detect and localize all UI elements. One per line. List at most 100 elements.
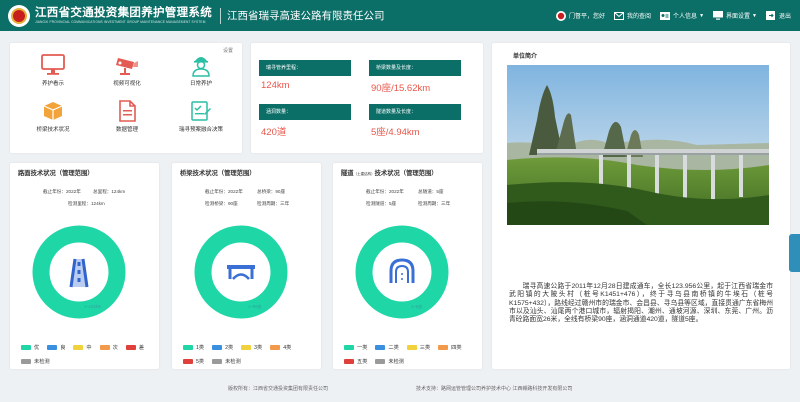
tunnel-legend: 一类 二类 三类 四类 五类 未检测 [344, 344, 478, 369]
card-title: 隧道（土建结构）技术状况（管理范围） [341, 170, 438, 177]
personal-center-menu[interactable]: 个人信息 ▼ [660, 11, 704, 21]
meta-total: 总里程：124km [93, 189, 126, 194]
logout-icon [766, 11, 776, 21]
user-greeting-label: 门督平，您好 [569, 14, 606, 20]
user-greeting[interactable]: 门督平，您好 [556, 10, 606, 21]
user-avatar-icon [556, 10, 567, 21]
brand: 江西省交通投资集团养护管理系统 JIANGXI PROVINCIAL COMMU… [35, 7, 212, 25]
highway-bridge-photo [507, 65, 769, 225]
shortcut-daily-maintenance[interactable]: 日常养护 [164, 53, 238, 87]
shortcut-plan-decision[interactable]: 瑞寻预案融合决策 [164, 99, 238, 133]
legend-item[interactable]: 未检测 [21, 358, 50, 365]
intro-title: 单位简介 [513, 54, 538, 60]
monitor-icon [40, 53, 66, 77]
bridge-status-card: 桥梁技术状况（管理范围） 截止年份：2022年 总桥梁：90座 检测桥梁：90座… [172, 163, 321, 369]
bridge-donut-chart [194, 225, 288, 319]
logout-label: 退出 [778, 14, 791, 20]
legend-item[interactable]: 二类 [375, 344, 399, 351]
system-title: 江西省交通投资集团养护管理系统 [35, 6, 212, 19]
legend-item[interactable]: 3类 [241, 344, 262, 351]
stat-label: 瑞寻管养里程： [259, 60, 351, 76]
meta-checked: 检测里程：124km [68, 201, 105, 206]
id-card-icon [660, 11, 671, 21]
road-status-card: 路面技术状况（管理范围） 截止年份：2022年 总里程：124km 检测里程：1… [10, 163, 159, 369]
meta-total: 总隧道：5座 [418, 189, 444, 194]
meta-total: 总桥梁：90座 [257, 189, 286, 194]
page-settings-label: 界面设置 [726, 14, 751, 20]
legend-item[interactable]: 1类 [183, 344, 204, 351]
donut-center-label: 1~5座 [411, 304, 423, 309]
company-name: 江西省瑞寻高速公路有限责任公司 [227, 10, 385, 22]
stat-culverts: 涵洞数量： 420道 [259, 104, 351, 138]
meta-cycle: 检测周期：三年 [418, 201, 451, 206]
shortcut-maintenance-view[interactable]: 养护看示 [16, 53, 90, 87]
side-drawer-tab[interactable] [789, 234, 800, 272]
legend-item[interactable]: 5类 [183, 358, 204, 365]
meta-checked: 检测桥梁：90座 [205, 201, 238, 206]
donut-center-label: 1~90座 [248, 304, 262, 309]
mail-icon [614, 11, 625, 21]
shortcut-label: 视频可视化 [113, 81, 141, 87]
intro-text: 瑞寻高速公路于2011年12月28日建成通车，全长123.956公里，起于江西省… [509, 283, 773, 324]
meta-year: 截止年份：2022年 [366, 189, 404, 194]
meta-year: 截止年份：2022年 [205, 189, 243, 194]
road-legend: 优 良 中 次 差 未检测 [21, 344, 155, 369]
legend-item[interactable]: 五类 [344, 358, 367, 365]
chevron-down-icon: ▼ [752, 12, 757, 19]
legend-item[interactable]: 次 [99, 344, 118, 351]
legend-item[interactable]: 2类 [212, 344, 233, 351]
legend-item[interactable]: 优 [21, 344, 39, 351]
legend-item[interactable]: 4类 [270, 344, 291, 351]
system-subtitle: JIANGXI PROVINCIAL COMMUNICATIONS INVEST… [35, 19, 206, 24]
shortcut-label: 瑞寻预案融合决策 [178, 127, 223, 133]
stat-value: 5座/4.94km [371, 127, 420, 138]
my-messages-button[interactable]: 我的查阅 [614, 11, 651, 21]
bridge-legend: 1类 2类 3类 4类 5类 未检测 [183, 344, 317, 369]
header-actions: 门督平，您好 我的查阅 个人信息 ▼ 界面设置 ▼ 退出 [556, 0, 800, 31]
top-header: 江西省交通投资集团养护管理系统 JIANGXI PROVINCIAL COMMU… [0, 0, 800, 31]
stat-value: 124km [261, 80, 290, 91]
file-icon [114, 99, 140, 123]
legend-item[interactable]: 一类 [344, 344, 367, 351]
legend-item[interactable]: 未检测 [212, 358, 241, 365]
legend-item[interactable]: 差 [125, 344, 144, 351]
bridge-box-icon [40, 99, 66, 123]
tunnel-status-card: 隧道（土建结构）技术状况（管理范围） 截止年份：2022年 总隧道：5座 检测隧… [333, 163, 482, 369]
checklist-icon [188, 99, 214, 123]
card-title: 路面技术状况（管理范围） [18, 170, 94, 177]
card-title-small: （土建结构） [353, 172, 375, 176]
legend-item[interactable]: 四类 [438, 344, 462, 351]
personal-center-label: 个人信息 [673, 14, 698, 20]
card-title: 桥梁技术状况（管理范围） [180, 170, 256, 177]
footer-support: 技术支持：路网运管管理公司养护技术中心 江西赣路科技开发有限公司 [416, 386, 573, 392]
shortcut-label: 数据管理 [115, 127, 138, 133]
shortcut-bridge-status[interactable]: 桥梁技术状况 [16, 99, 90, 133]
unit-intro-panel: 单位简介 瑞寻高速公路于2011年12月28日建成通车，全长123.956公里，… [492, 43, 790, 369]
header-divider [220, 7, 221, 24]
stat-label: 涵洞数量： [259, 104, 351, 120]
page-settings-menu[interactable]: 界面设置 ▼ [713, 11, 757, 21]
legend-item[interactable]: 中 [73, 344, 92, 351]
my-messages-label: 我的查阅 [627, 14, 652, 20]
legend-item[interactable]: 未检测 [375, 358, 404, 365]
logout-button[interactable]: 退出 [766, 11, 791, 21]
shortcut-label: 日常养护 [189, 81, 212, 87]
cctv-camera-icon [114, 53, 140, 77]
stat-bridges: 桥梁数量及长度： 90座/15.62km [369, 60, 461, 94]
stat-value: 420道 [261, 127, 287, 138]
shortcuts-panel: 设置 养护看示 视频可视化 日常养护 桥梁技术状况 数据管理 瑞寻预案融合决策 [10, 43, 242, 153]
legend-item[interactable]: 三类 [406, 344, 430, 351]
worker-icon [188, 53, 214, 77]
meta-checked: 检测隧道：5座 [366, 201, 397, 206]
stat-label: 隧道数量及长度： [369, 104, 461, 120]
stat-tunnels: 隧道数量及长度： 5座/4.94km [369, 104, 461, 138]
legend-item[interactable]: 良 [47, 344, 65, 351]
shortcut-data-management[interactable]: 数据管理 [90, 99, 164, 133]
shortcut-video-visualization[interactable]: 视频可视化 [90, 53, 164, 87]
footer-copyright: 版权所有：江西省交通投资集团有限责任公司 [228, 386, 329, 392]
statistics-panel: 瑞寻管养里程： 124km 桥梁数量及长度： 90座/15.62km 涵洞数量：… [251, 43, 483, 153]
tunnel-donut-chart [355, 225, 449, 319]
stat-mileage: 瑞寻管养里程： 124km [259, 60, 351, 91]
shortcut-label: 桥梁技术状况 [36, 127, 70, 133]
road-donut-chart [32, 225, 126, 319]
